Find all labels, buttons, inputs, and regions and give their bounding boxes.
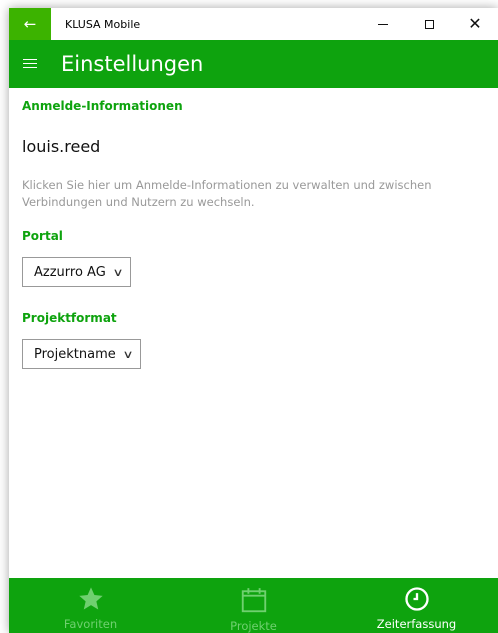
close-button[interactable]: ✕	[452, 8, 498, 40]
app-window: ← KLUSA Mobile ✕ Einstellungen Anmelde-I…	[9, 8, 498, 633]
portal-heading: Portal	[22, 229, 63, 243]
calendar-icon	[241, 588, 266, 613]
window-title: KLUSA Mobile	[65, 17, 141, 31]
nav-favoriten[interactable]: Favoriten	[9, 578, 172, 633]
close-icon: ✕	[468, 14, 482, 33]
nav-label-favoriten: Favoriten	[63, 617, 118, 631]
bottom-navigation: Favoriten Projekte Zeiterfassung	[9, 578, 498, 633]
menu-button[interactable]	[9, 40, 51, 88]
clock-icon	[404, 587, 429, 611]
username-link[interactable]: louis.reed	[22, 137, 100, 156]
back-button[interactable]: ←	[9, 8, 51, 40]
maximize-button[interactable]	[406, 8, 452, 40]
nav-label-projekte: Projekte	[230, 619, 277, 633]
project-format-selected-value: Projektname	[34, 346, 116, 362]
nav-label-zeiterfassung: Zeiterfassung	[376, 617, 457, 631]
credentials-hint[interactable]: Klicken Sie hier um Anmelde-Informatione…	[22, 177, 477, 211]
nav-zeiterfassung[interactable]: Zeiterfassung	[335, 578, 498, 633]
credentials-heading: Anmelde-Informationen	[22, 99, 183, 113]
minimize-icon	[378, 23, 388, 25]
portal-select[interactable]: Azzurro AG ∨	[22, 257, 131, 287]
chevron-down-icon: ∨	[112, 265, 124, 279]
nav-projekte[interactable]: Projekte	[172, 578, 335, 633]
maximize-icon	[424, 19, 434, 29]
app-header: Einstellungen	[9, 40, 498, 88]
project-format-heading: Projektformat	[22, 311, 117, 325]
chevron-down-icon: ∨	[122, 347, 134, 361]
arrow-left-icon: ←	[23, 15, 37, 33]
title-bar: ← KLUSA Mobile ✕	[9, 8, 498, 40]
project-format-select[interactable]: Projektname ∨	[22, 339, 141, 369]
minimize-button[interactable]	[360, 8, 406, 40]
hamburger-icon	[23, 59, 37, 69]
portal-selected-value: Azzurro AG	[34, 264, 106, 280]
star-icon	[78, 587, 103, 610]
page-title: Einstellungen	[61, 52, 204, 76]
window-controls: ✕	[360, 8, 498, 40]
